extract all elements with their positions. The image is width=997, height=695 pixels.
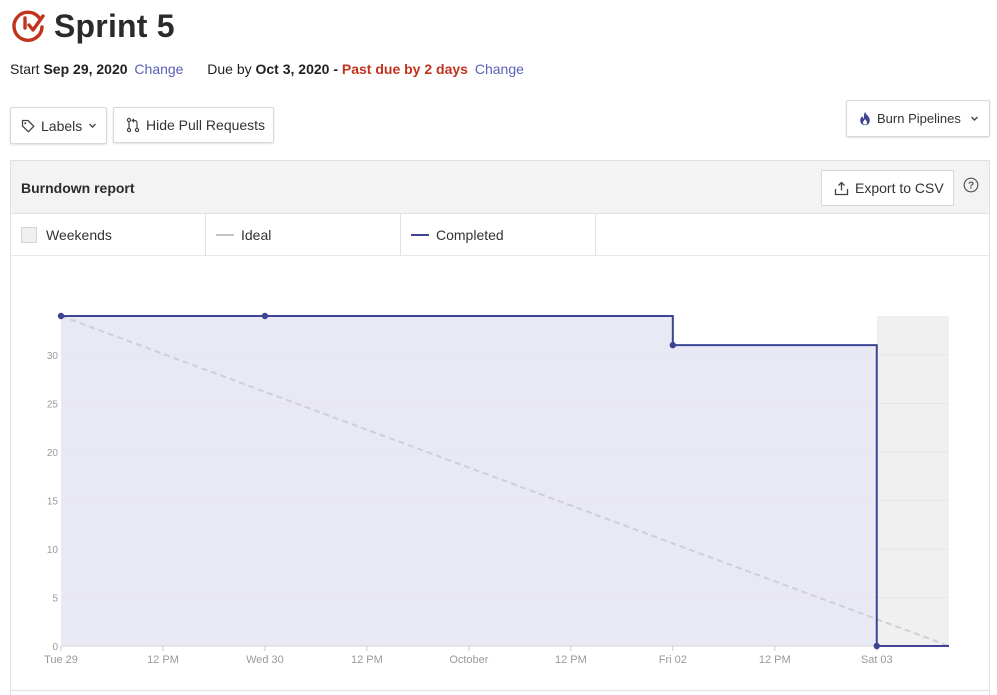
panel-divider <box>10 690 990 691</box>
ideal-swatch <box>216 233 234 236</box>
page-header: Sprint 5 <box>10 8 175 45</box>
y-tick-label: 15 <box>47 496 59 507</box>
change-start-link[interactable]: Change <box>134 61 183 77</box>
sprint-icon <box>12 10 45 42</box>
chart-legend: Weekends Ideal Completed <box>11 214 989 256</box>
due-label: Due by <box>207 61 252 77</box>
flame-icon <box>860 111 870 126</box>
weekend-band <box>876 316 949 646</box>
labels-button-label: Labels <box>41 117 83 134</box>
chevron-down-icon <box>970 116 978 121</box>
x-tick-label: 12 PM <box>147 654 179 666</box>
completed-swatch <box>411 233 429 236</box>
labels-button[interactable]: Labels <box>10 107 107 144</box>
legend-weekends[interactable]: Weekends <box>11 214 206 255</box>
tag-icon <box>21 119 35 132</box>
y-tick-label: 5 <box>52 593 58 604</box>
y-tick-label: 25 <box>47 399 59 410</box>
burn-pipelines-label: Burn Pipelines <box>877 111 961 126</box>
completed-point <box>669 341 677 349</box>
page-title: Sprint 5 <box>54 8 175 44</box>
chevron-down-icon <box>89 123 97 128</box>
hide-pull-requests-label: Hide Pull Requests <box>146 117 266 133</box>
y-tick-label: 10 <box>47 545 59 556</box>
hide-pull-requests-button[interactable]: Hide Pull Requests <box>113 107 274 143</box>
svg-text:?: ? <box>968 181 974 192</box>
y-tick-label: 0 <box>52 642 58 653</box>
legend-completed-label: Completed <box>436 226 504 243</box>
past-due-status: Past due by 2 days <box>341 61 468 77</box>
x-tick-label: Sat 03 <box>861 654 893 666</box>
legend-completed[interactable]: Completed <box>401 214 596 255</box>
burndown-chart: 0 5 10 15 20 25 30 Tue 29 12 PM Wed 30 12 PM Octobe… <box>44 312 950 666</box>
completed-point <box>57 312 65 320</box>
export-icon <box>834 181 849 195</box>
sprint-dates: Start Sep 29, 2020 Change Due by Oct 3, … <box>10 61 524 77</box>
legend-ideal-label: Ideal <box>241 226 272 243</box>
x-tick-label: 12 PM <box>759 654 791 666</box>
start-date: Sep 29, 2020 <box>43 61 128 77</box>
due-separator: - <box>329 61 342 77</box>
legend-weekends-label: Weekends <box>46 226 112 243</box>
x-tick-label: Fri 02 <box>659 654 687 666</box>
due-date: Oct 3, 2020 <box>255 61 330 77</box>
x-tick-label: October <box>449 654 488 666</box>
weekends-swatch <box>21 226 37 243</box>
y-tick-label: 30 <box>47 351 59 362</box>
change-due-link[interactable]: Change <box>475 61 524 77</box>
start-label: Start <box>10 61 40 77</box>
pull-request-icon <box>126 117 140 133</box>
x-tick-label: Wed 30 <box>246 654 284 666</box>
burndown-report-panel: Burndown report Export to CSV ? Weekends… <box>10 160 990 695</box>
report-header: Burndown report Export to CSV ? <box>11 161 989 214</box>
burn-pipelines-button[interactable]: Burn Pipelines <box>846 100 990 137</box>
help-icon[interactable]: ? <box>963 177 979 193</box>
export-csv-label: Export to CSV <box>855 180 944 196</box>
completed-point <box>261 312 269 320</box>
completed-point <box>873 642 880 650</box>
y-tick-label: 20 <box>47 448 59 459</box>
x-tick-label: Tue 29 <box>44 654 78 666</box>
export-csv-button[interactable]: Export to CSV <box>821 170 954 206</box>
legend-ideal[interactable]: Ideal <box>206 214 401 255</box>
x-tick-label: 12 PM <box>351 654 383 666</box>
report-title: Burndown report <box>21 180 135 196</box>
x-tick-label: 12 PM <box>555 654 587 666</box>
